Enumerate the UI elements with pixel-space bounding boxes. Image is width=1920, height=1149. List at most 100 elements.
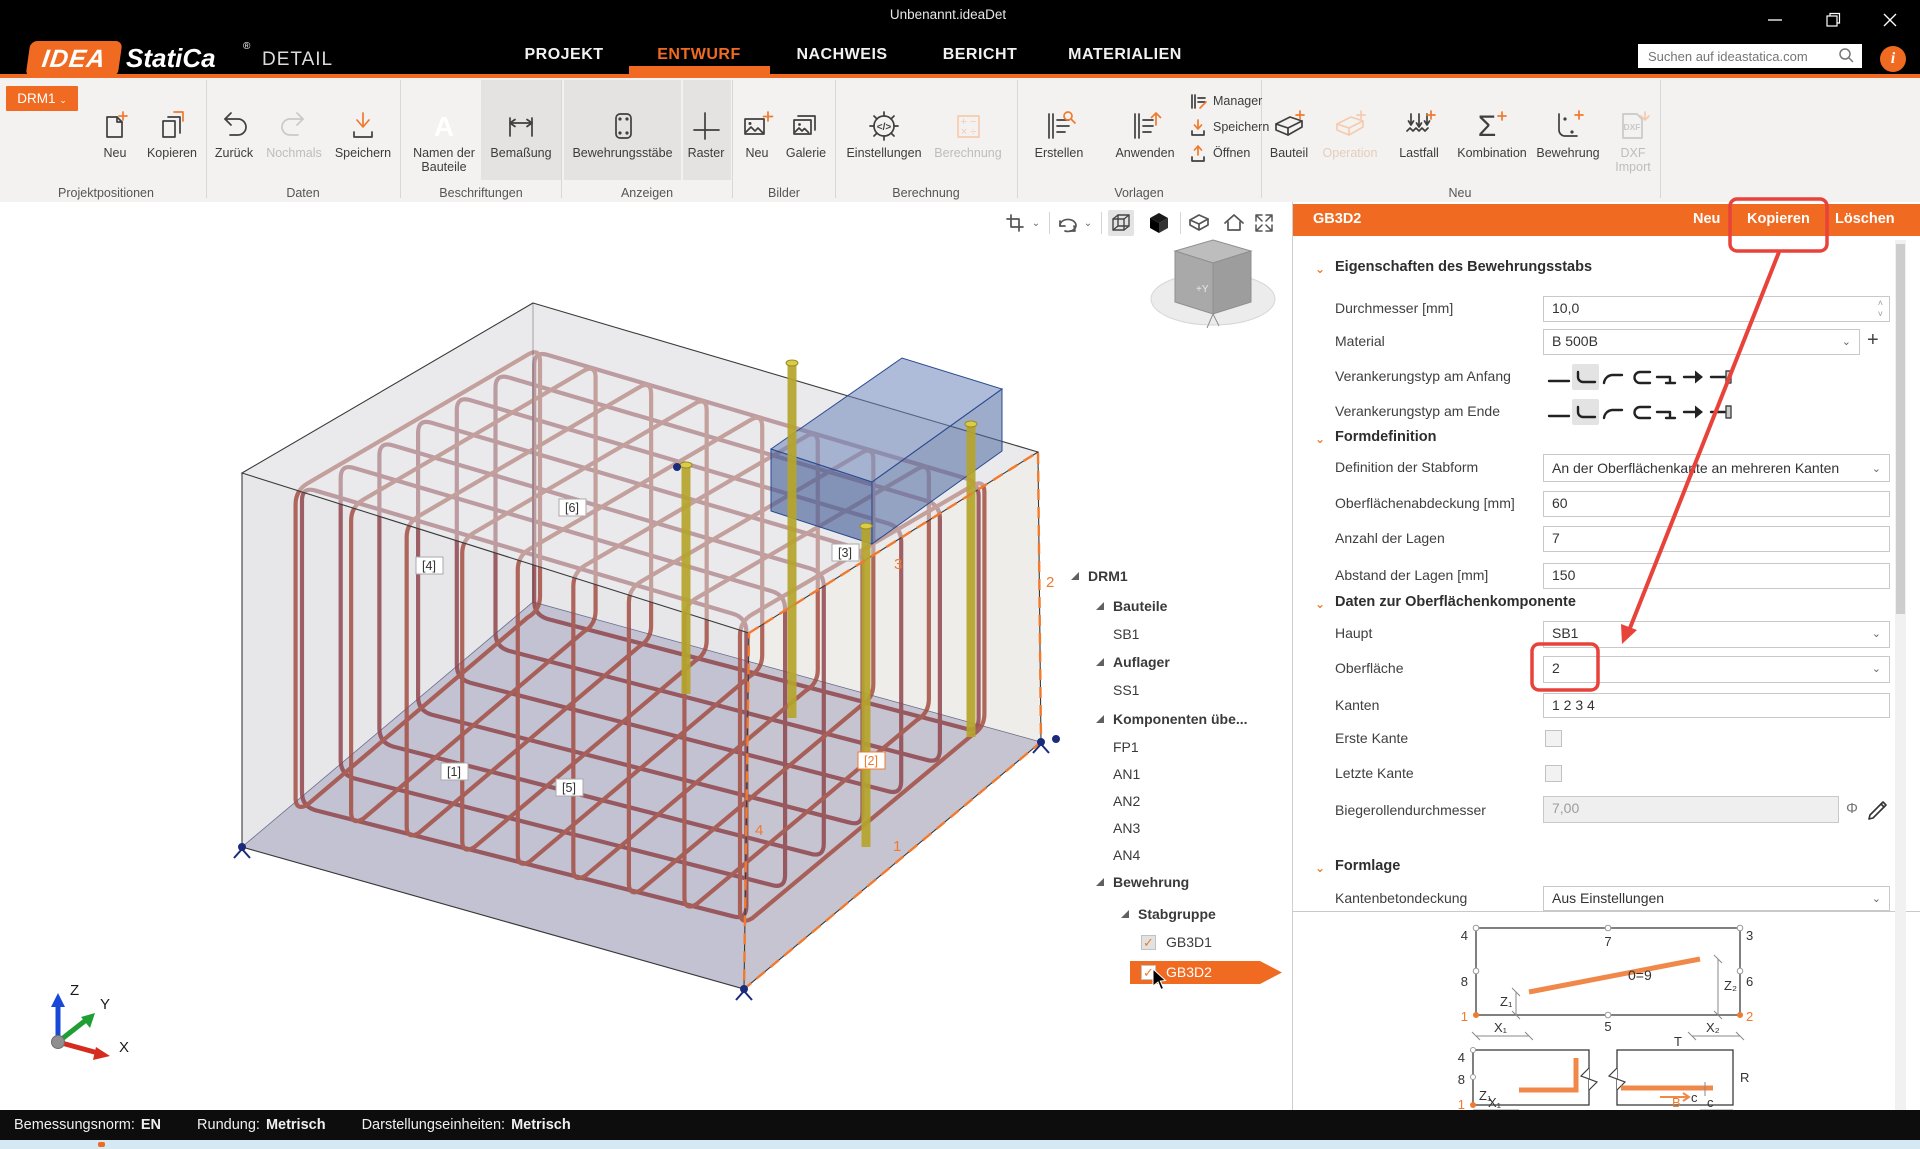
orbit-tool-button[interactable]	[1054, 210, 1080, 236]
kopieren-position-button[interactable]: Kopieren	[140, 108, 204, 160]
tree-expander-icon[interactable]	[1096, 658, 1104, 666]
tree-expander-icon[interactable]	[1071, 572, 1079, 580]
erste-kante-checkbox[interactable]	[1545, 730, 1562, 747]
tab-projekt[interactable]: PROJEKT	[524, 46, 603, 64]
tab-nachweis[interactable]: NACHWEIS	[796, 46, 887, 64]
clipped-view-button[interactable]	[1186, 210, 1212, 236]
wireframe-view-button[interactable]	[1108, 210, 1134, 236]
tree-node-bewehrung[interactable]: Bewehrung	[1113, 874, 1189, 890]
galerie-button[interactable]: Galerie	[779, 108, 833, 160]
chevron-down-icon[interactable]: ⌄	[1315, 432, 1325, 446]
haupt-select[interactable]: SB1 ⌄	[1543, 621, 1890, 648]
vorlage-oeffnen-button[interactable]: Öffnen	[1188, 140, 1269, 166]
tab-entwurf[interactable]: ENTWURF	[657, 46, 740, 64]
letzte-kante-checkbox[interactable]	[1545, 765, 1562, 782]
anchor-bend-icon[interactable]	[1599, 364, 1626, 390]
restore-button[interactable]	[1823, 12, 1843, 28]
tree-node-gb3d1[interactable]: GB3D1	[1166, 934, 1212, 950]
scrollbar-thumb[interactable]	[1896, 244, 1905, 614]
bauteil-neu-button[interactable]: Bauteil	[1263, 108, 1315, 160]
panel-kopieren-button[interactable]: Kopieren	[1747, 211, 1810, 227]
anchor-u-icon[interactable]	[1626, 364, 1653, 390]
tree-node-an2[interactable]: AN2	[1113, 793, 1140, 809]
anchor-hook-icon-selected[interactable]	[1572, 399, 1599, 425]
vorlage-anwenden-button[interactable]: Anwenden	[1110, 108, 1180, 160]
zurueck-button[interactable]: Zurück	[210, 108, 258, 160]
tree-expander-icon[interactable]	[1096, 602, 1104, 610]
manager-button[interactable]: Manager	[1188, 88, 1269, 114]
tree-node-an4[interactable]: AN4	[1113, 847, 1140, 863]
chevron-down-icon[interactable]: ⌄	[1315, 861, 1325, 875]
kanten-input[interactable]: 1 2 3 4	[1543, 693, 1890, 718]
bewehrungsstaebe-button[interactable]: Bewehrungsstäbe	[566, 108, 679, 160]
einstellungen-button[interactable]: </> Einstellungen	[840, 108, 928, 160]
bemassung-button[interactable]: Bemaßung	[484, 108, 558, 160]
namen-der-bauteile-button[interactable]: A Namen der Bauteile	[404, 108, 484, 174]
orbit-tool-dropdown[interactable]: ⌄	[1081, 210, 1095, 236]
tree-node-bauteile[interactable]: Bauteile	[1113, 598, 1167, 614]
3d-viewport[interactable]: 1 2 3 4 [4] [6] [3] [1] [5] [2] +Y ⌄ ⌄ D…	[0, 202, 1293, 1110]
navigation-cube[interactable]: +Y	[1150, 239, 1276, 329]
add-material-button[interactable]: +	[1867, 329, 1879, 352]
tree-expander-icon[interactable]	[1096, 715, 1104, 723]
solid-view-button[interactable]	[1146, 210, 1172, 236]
anchor-straight-icon[interactable]	[1545, 364, 1572, 390]
anchor-straight-icon[interactable]	[1545, 399, 1572, 425]
close-button[interactable]	[1880, 12, 1900, 28]
chevron-down-icon[interactable]: ⌄	[1315, 262, 1325, 276]
neu-position-button[interactable]: Neu	[93, 108, 137, 160]
tree-expander-icon[interactable]	[1121, 910, 1129, 918]
fullscreen-button[interactable]	[1251, 210, 1277, 236]
vorlage-erstellen-button[interactable]: Erstellen	[1028, 108, 1090, 160]
anchor-plate-icon[interactable]	[1707, 399, 1734, 425]
project-position-selector[interactable]: DRM1 ⌄	[6, 86, 78, 111]
anchor-head-icon[interactable]	[1680, 364, 1707, 390]
tree-expander-icon[interactable]	[1096, 878, 1104, 886]
anchor-head-icon[interactable]	[1680, 399, 1707, 425]
search-icon[interactable]	[1838, 47, 1854, 67]
clip-tool-button[interactable]	[1002, 210, 1028, 236]
stabform-select[interactable]: An der Oberflächenkante an mehreren Kant…	[1543, 454, 1890, 482]
tab-materialien[interactable]: MATERIALIEN	[1068, 46, 1182, 64]
panel-neu-button[interactable]: Neu	[1693, 211, 1720, 227]
speichern-button[interactable]: Speichern	[330, 108, 396, 160]
search-input[interactable]	[1638, 44, 1862, 68]
anchor-u-icon[interactable]	[1626, 399, 1653, 425]
clip-tool-dropdown[interactable]: ⌄	[1029, 210, 1043, 236]
tree-node-ss1[interactable]: SS1	[1113, 682, 1139, 698]
tab-bericht[interactable]: BERICHT	[943, 46, 1018, 64]
chevron-down-icon[interactable]: ⌄	[1315, 597, 1325, 611]
kombination-neu-button[interactable]: Σ Kombination	[1450, 108, 1534, 160]
panel-loeschen-button[interactable]: Löschen	[1835, 211, 1895, 227]
anchor-foot-icon[interactable]	[1653, 399, 1680, 425]
anchor-hook-icon-selected[interactable]	[1572, 364, 1599, 390]
vorlage-speichern-button[interactable]: Speichern	[1188, 114, 1269, 140]
tree-node-an3[interactable]: AN3	[1113, 820, 1140, 836]
anchor-bend-icon[interactable]	[1599, 399, 1626, 425]
anchor-plate-icon[interactable]	[1707, 364, 1734, 390]
kantenbeton-select[interactable]: Aus Einstellungen ⌄	[1543, 886, 1890, 911]
lastfall-neu-button[interactable]: Lastfall	[1390, 108, 1448, 160]
tree-node-auflager[interactable]: Auflager	[1113, 654, 1170, 670]
gb3d1-checkbox[interactable]: ✓	[1141, 935, 1156, 950]
tree-node-fp1[interactable]: FP1	[1113, 739, 1139, 755]
panel-scrollbar[interactable]	[1895, 240, 1906, 1112]
durchmesser-input[interactable]: 10,0 ˄ ˅	[1543, 296, 1890, 322]
spinner-icon[interactable]: ˄ ˅	[1878, 298, 1883, 320]
anzahl-lagen-input[interactable]: 7	[1543, 526, 1890, 552]
bild-neu-button[interactable]: Neu	[736, 108, 778, 160]
tree-node-an1[interactable]: AN1	[1113, 766, 1140, 782]
tree-root-drm1[interactable]: DRM1	[1088, 568, 1128, 584]
tree-node-komponenten[interactable]: Komponenten übe...	[1113, 711, 1248, 727]
raster-button[interactable]: Raster	[683, 108, 729, 160]
bewehrung-neu-button[interactable]: Bewehrung	[1532, 108, 1604, 160]
oberflaeche-select[interactable]: 2 ⌄	[1543, 656, 1890, 683]
minimize-button[interactable]	[1765, 12, 1785, 28]
home-view-button[interactable]	[1221, 210, 1247, 236]
material-select[interactable]: B 500B ⌄	[1543, 329, 1860, 355]
tree-node-stabgruppe[interactable]: Stabgruppe	[1138, 906, 1216, 922]
abdeckung-input[interactable]: 60	[1543, 491, 1890, 517]
edit-pencil-icon[interactable]	[1866, 796, 1888, 825]
abstand-lagen-input[interactable]: 150	[1543, 563, 1890, 589]
anchor-foot-icon[interactable]	[1653, 364, 1680, 390]
